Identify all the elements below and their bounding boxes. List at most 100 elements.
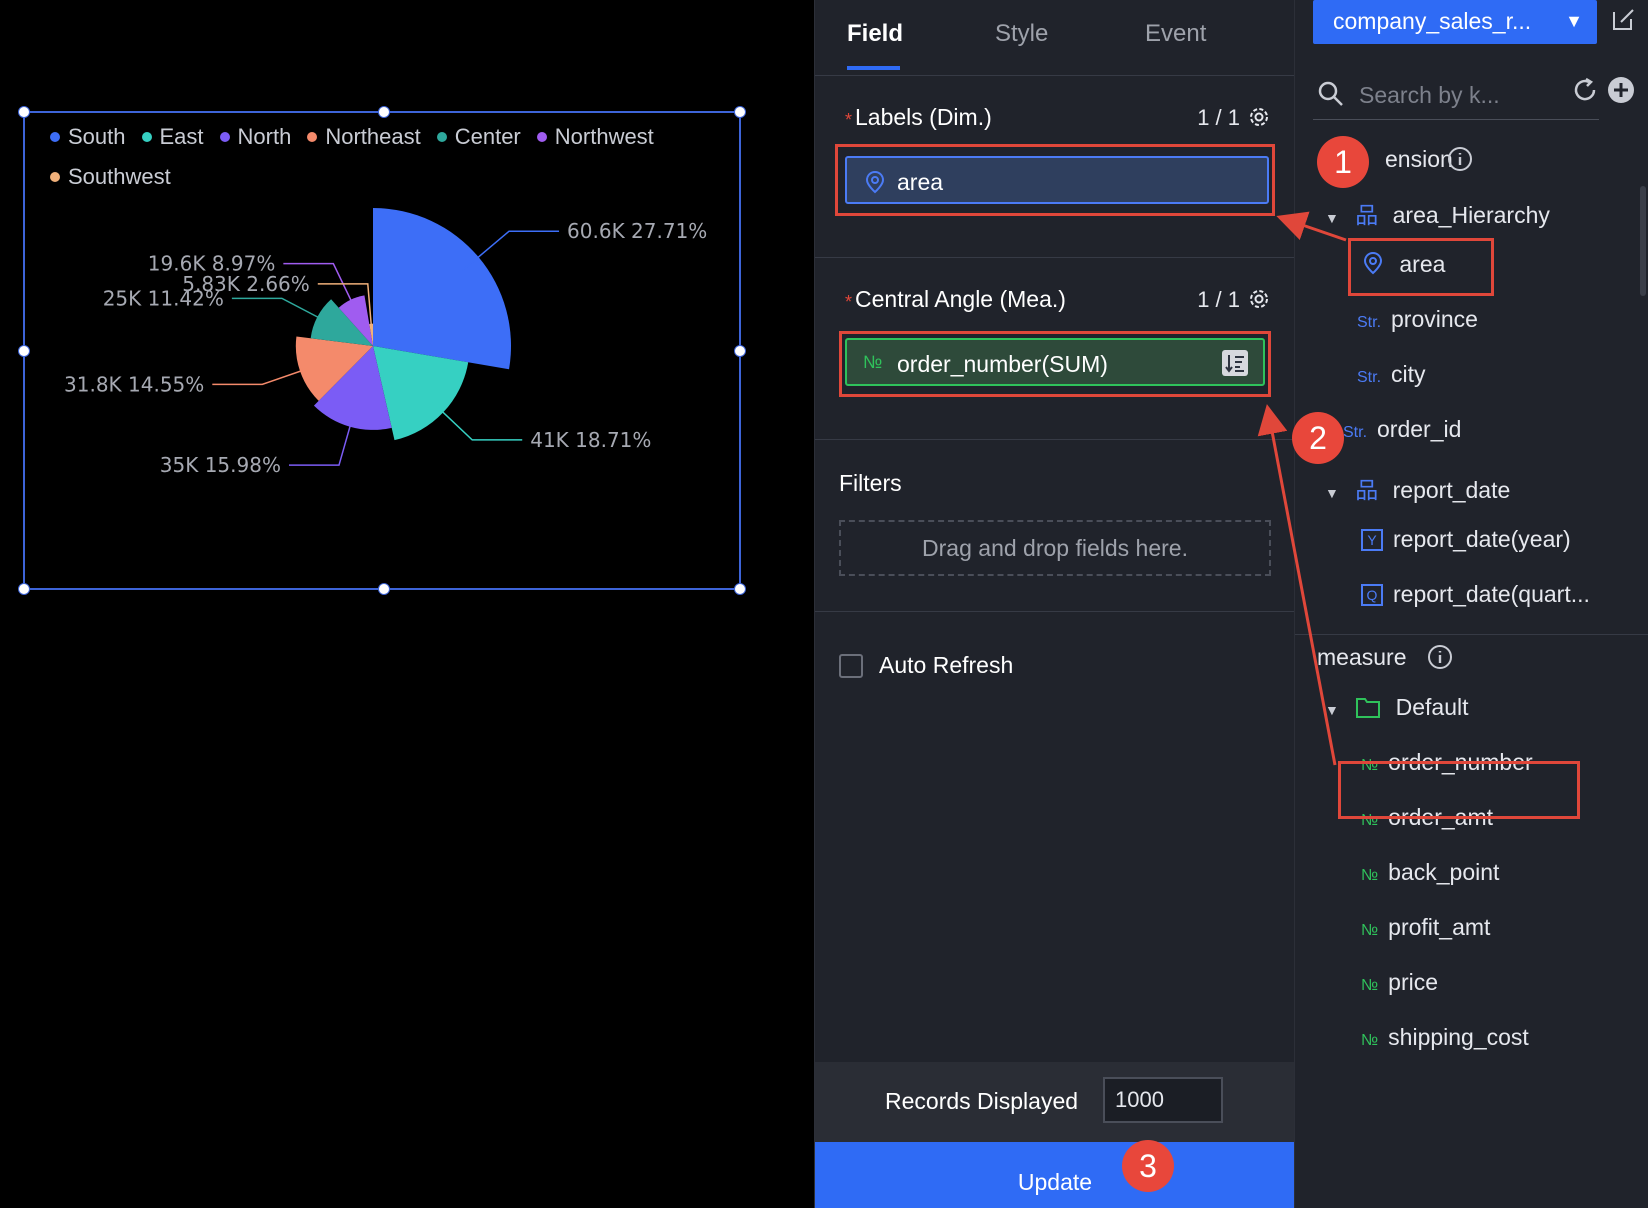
info-icon[interactable]: [1447, 146, 1473, 172]
rose-slice-south[interactable]: [373, 208, 511, 370]
dimension-heading: ension: [1385, 146, 1453, 172]
config-tabs: Field Style Event: [815, 0, 1294, 76]
tree-item-report-date-year[interactable]: Yreport_date(year): [1361, 526, 1571, 553]
angle-field-chip[interactable]: № order_number(SUM): [845, 338, 1265, 386]
calendar-quarter-icon: Q: [1361, 584, 1383, 606]
sort-icon[interactable]: [1221, 349, 1249, 377]
tree-item-report-date-quarter[interactable]: Qreport_date(quart...: [1361, 581, 1590, 608]
caret-down-icon: ▼: [1565, 11, 1583, 31]
central-angle-section: * Central Angle (Mea.) 1 / 1 № order_num…: [815, 258, 1295, 440]
resize-handle-bottom-right[interactable]: [734, 583, 746, 595]
auto-refresh-section: Auto Refresh: [815, 612, 1295, 678]
tree-item-city[interactable]: Str. city: [1357, 361, 1426, 388]
resize-handle-top-left[interactable]: [18, 106, 30, 118]
tree-item-label: province: [1391, 306, 1478, 332]
info-icon[interactable]: [1427, 644, 1453, 670]
resize-handle-right[interactable]: [734, 345, 746, 357]
number-type-tag: №: [1361, 867, 1379, 884]
folder-icon: [1356, 698, 1381, 718]
step-badge-2: 2: [1292, 412, 1344, 464]
auto-refresh-checkbox[interactable]: [839, 654, 863, 678]
measure-heading: measure: [1317, 644, 1407, 670]
tree-item-back-point[interactable]: № back_point: [1361, 859, 1499, 886]
number-type-tag: №: [1361, 977, 1379, 994]
calendar-year-icon: Y: [1361, 529, 1383, 551]
tree-item-label: area_Hierarchy: [1392, 202, 1550, 228]
string-type-tag: Str.: [1343, 424, 1368, 441]
search-icon: [1318, 81, 1343, 106]
caret-down-icon: ▼: [1325, 210, 1339, 226]
tree-item-default-folder[interactable]: ▼ Default: [1325, 694, 1469, 721]
gear-icon[interactable]: [1247, 105, 1271, 129]
tree-item-order-id[interactable]: Str. order_id: [1343, 416, 1461, 443]
step-badge-3: 3: [1122, 1140, 1174, 1192]
tree-item-label: order_id: [1377, 416, 1462, 442]
tree-item-province[interactable]: Str. province: [1357, 306, 1478, 333]
tree-item-area-hierarchy[interactable]: ▼ 品 area_Hierarchy: [1325, 196, 1550, 230]
resize-handle-top-right[interactable]: [734, 106, 746, 118]
active-tab-indicator: [847, 66, 900, 70]
search-placeholder: Search by k...: [1359, 82, 1500, 108]
add-icon[interactable]: [1607, 76, 1635, 104]
labels-field-name: area: [897, 169, 944, 195]
tree-item-label: price: [1388, 969, 1439, 995]
refresh-icon[interactable]: [1571, 76, 1599, 104]
rose-chart-svg: 60.6K 27.71% 41K 18.71% 35K 15.98% 31.8K 14…: [64, 208, 707, 477]
rose-chart-widget[interactable]: South East North Northeast Center NorthwestSo…: [18, 106, 746, 595]
tree-item-label: report_date(year): [1393, 526, 1571, 552]
tree-item-shipping-cost[interactable]: № shipping_cost: [1361, 1024, 1529, 1051]
divider: [1295, 634, 1648, 635]
string-type-tag: Str.: [1357, 314, 1382, 331]
data-label: 31.8K 14.55%: [64, 372, 204, 396]
resize-handle-bottom[interactable]: [378, 583, 390, 595]
records-bar: Records Displayed 1000: [815, 1062, 1295, 1142]
filters-drop-zone[interactable]: Drag and drop fields here.: [839, 520, 1271, 576]
labels-count: 1 / 1: [1197, 105, 1240, 130]
tree-item-label: profit_amt: [1388, 914, 1491, 940]
leader-line: [231, 297, 327, 322]
hierarchy-icon: 品: [1355, 202, 1379, 228]
tree-item-profit-amt[interactable]: № profit_amt: [1361, 914, 1490, 941]
dataset-search[interactable]: Search by k...: [1313, 72, 1599, 120]
tree-item-label: report_date: [1392, 477, 1511, 503]
tree-item-price[interactable]: № price: [1361, 969, 1438, 996]
step-badge-1: 1: [1317, 136, 1369, 188]
labels-field-chip[interactable]: area: [845, 156, 1269, 204]
update-button[interactable]: Update: [815, 1142, 1295, 1208]
data-label: 5.83K 2.66%: [182, 272, 310, 296]
tab-field[interactable]: Field: [847, 20, 903, 48]
edit-icon[interactable]: [1611, 6, 1637, 32]
resize-handle-left[interactable]: [18, 345, 30, 357]
data-label: 41K 18.71%: [530, 428, 651, 452]
central-angle-title: Central Angle (Mea.): [855, 286, 1066, 312]
labels-section: * Labels (Dim.) 1 / 1 area: [815, 76, 1295, 258]
dataset-select[interactable]: company_sales_r... ▼: [1313, 0, 1597, 44]
location-pin-icon: [865, 170, 885, 194]
labels-title: Labels (Dim.): [855, 104, 992, 130]
highlight-box: [1348, 238, 1494, 296]
chart-canvas: South East North Northeast Center NorthwestSo…: [0, 0, 814, 1208]
tab-event[interactable]: Event: [1145, 20, 1206, 48]
data-label: 60.6K 27.71%: [567, 219, 707, 243]
auto-refresh-label: Auto Refresh: [879, 652, 1014, 678]
tree-item-report-date[interactable]: ▼ 品 report_date: [1325, 471, 1510, 505]
resize-handle-top[interactable]: [378, 106, 390, 118]
dataset-name: company_sales_r...: [1333, 8, 1532, 34]
records-input[interactable]: 1000: [1103, 1077, 1223, 1123]
tab-style[interactable]: Style: [995, 20, 1048, 48]
scrollbar[interactable]: [1640, 186, 1646, 296]
highlight-box: [1338, 761, 1580, 819]
tree-item-label: Default: [1395, 694, 1469, 720]
central-angle-count: 1 / 1: [1197, 287, 1240, 312]
caret-down-icon: ▼: [1325, 702, 1339, 718]
data-label: 35K 15.98%: [160, 453, 281, 477]
gear-icon[interactable]: [1247, 287, 1271, 311]
config-panel: Field Style Event * Labels (Dim.) 1 / 1 …: [814, 0, 1295, 1208]
caret-down-icon: ▼: [1325, 485, 1339, 501]
tree-item-label: report_date(quart...: [1393, 581, 1590, 607]
number-type-tag: №: [1361, 922, 1379, 939]
number-type-tag: №: [1361, 1032, 1379, 1049]
required-mark: *: [845, 110, 853, 130]
resize-handle-bottom-left[interactable]: [18, 583, 30, 595]
tree-item-label: back_point: [1388, 859, 1500, 885]
